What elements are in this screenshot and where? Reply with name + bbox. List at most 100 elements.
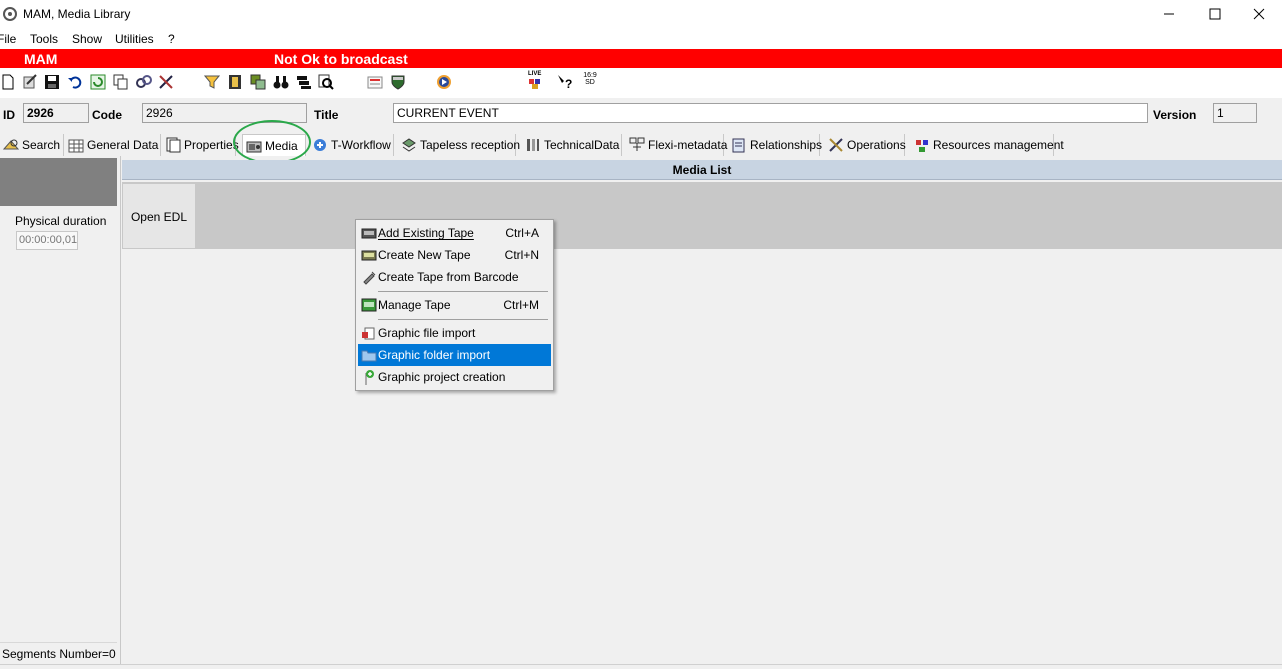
segments-count: Segments Number=0	[2, 647, 116, 661]
menu-tools[interactable]: Tools	[30, 32, 58, 46]
app-icon	[3, 7, 17, 21]
tab-operations[interactable]: Operations	[825, 134, 906, 156]
tab-label: Resources management	[933, 138, 1064, 152]
search-icon[interactable]	[318, 74, 334, 90]
media-tab-highlight-circle	[233, 120, 311, 164]
left-panel: Physical duration 00:00:00,01 Segments N…	[0, 156, 121, 664]
live-icon[interactable]: LIVE	[528, 71, 548, 90]
menu-shortcut: Ctrl+M	[503, 298, 539, 312]
status-bar	[0, 664, 1282, 669]
tab-label: Operations	[847, 138, 906, 152]
grid-icon	[68, 139, 84, 153]
help-icon[interactable]: ?	[557, 74, 573, 90]
physical-duration-label: Physical duration	[15, 214, 107, 228]
undo-icon[interactable]	[67, 74, 83, 90]
binoculars-icon[interactable]	[273, 74, 289, 90]
menu-shortcut: Ctrl+A	[505, 226, 539, 240]
abc-icon[interactable]	[367, 74, 383, 90]
copy-icon[interactable]	[113, 74, 129, 90]
menu-label: Graphic folder import	[378, 348, 491, 362]
broadcast-status-banner: MAM Not Ok to broadcast	[0, 49, 1282, 68]
tab-label: Search	[22, 138, 61, 152]
maximize-button[interactable]	[1192, 0, 1238, 28]
edit-icon[interactable]	[22, 74, 38, 90]
tools-icon[interactable]	[158, 74, 174, 90]
window-title: MAM, Media Library	[23, 7, 131, 21]
menu-shortcut: Ctrl+N	[504, 248, 539, 262]
tab-technical-data[interactable]: TechnicalData	[522, 134, 622, 156]
tab-t-workflow[interactable]: T-Workflow	[309, 134, 394, 156]
menu-help[interactable]: ?	[168, 32, 175, 46]
menu-graphic-file-import[interactable]: Graphic file import	[358, 322, 551, 344]
shield-icon[interactable]	[390, 74, 406, 90]
menu-label: Create New Tape	[378, 248, 471, 262]
menu-graphic-project-creation[interactable]: Graphic project creation	[358, 366, 551, 388]
toolbar: LIVE ? 16:9 SD	[0, 68, 1282, 98]
resources-icon	[916, 140, 928, 152]
menu-show[interactable]: Show	[72, 32, 102, 46]
link-icon[interactable]	[136, 74, 152, 90]
menu-bar: File Tools Show Utilities ?	[0, 28, 1282, 49]
menu-add-existing-tape[interactable]: Add Existing Tape Ctrl+A	[358, 222, 551, 244]
menu-separator	[378, 319, 548, 320]
menu-label: Create Tape from Barcode	[378, 270, 519, 284]
broadcast-status: Not Ok to broadcast	[274, 51, 408, 67]
title-label: Title	[314, 108, 339, 122]
title-field[interactable]: CURRENT EVENT	[393, 103, 1148, 123]
divider	[0, 642, 117, 643]
preview-area	[0, 158, 117, 206]
menu-utilities[interactable]: Utilities	[115, 32, 154, 46]
media-list-header: Media List	[122, 160, 1282, 180]
flexi-icon	[629, 137, 645, 151]
tab-relationships[interactable]: Relationships	[728, 134, 822, 156]
id-field[interactable]: 2926	[23, 103, 89, 123]
version-field[interactable]: 1	[1213, 103, 1257, 123]
workflow-icon	[314, 139, 326, 151]
minimize-button[interactable]	[1146, 0, 1192, 28]
file-import-icon	[362, 327, 375, 340]
menu-file[interactable]: File	[0, 32, 16, 46]
code-label: Code	[92, 108, 122, 122]
stack-icon[interactable]	[296, 74, 312, 90]
svg-text:?: ?	[565, 77, 572, 90]
tab-search[interactable]: Search	[0, 134, 64, 156]
search-icon	[3, 139, 19, 150]
tab-tapeless-reception[interactable]: Tapeless reception	[398, 134, 520, 156]
tab-flexi-metadata[interactable]: Flexi-metadata	[626, 134, 727, 156]
save-icon[interactable]	[44, 74, 60, 90]
filter-icon[interactable]	[204, 74, 220, 90]
new-tape-icon	[361, 250, 377, 261]
project-icon	[365, 370, 374, 385]
live-graphic-icon	[529, 79, 540, 89]
open-edl-button[interactable]: Open EDL	[122, 183, 196, 249]
layers-icon[interactable]	[250, 74, 266, 90]
menu-create-new-tape[interactable]: Create New Tape Ctrl+N	[358, 244, 551, 266]
close-icon	[1253, 8, 1265, 20]
refresh-icon[interactable]	[90, 74, 106, 90]
tab-properties[interactable]: Properties	[162, 134, 239, 156]
version-label: Version	[1153, 108, 1197, 122]
tab-general-data[interactable]: General Data	[65, 134, 161, 156]
technical-icon	[527, 139, 539, 151]
menu-label: Graphic file import	[378, 326, 476, 340]
live-label: LIVE	[528, 71, 542, 77]
tab-resources-management[interactable]: Resources management	[911, 134, 1064, 156]
new-icon[interactable]	[0, 74, 16, 90]
menu-graphic-folder-import[interactable]: Graphic folder import	[358, 344, 551, 366]
menu-create-tape-from-barcode[interactable]: Create Tape from Barcode	[358, 266, 551, 288]
menu-label: Add Existing Tape	[378, 226, 474, 240]
media-list-strip	[122, 182, 1282, 249]
operations-icon	[829, 138, 843, 152]
tab-label: T-Workflow	[331, 138, 391, 152]
aspect-169-icon[interactable]: 16:9 SD	[582, 72, 602, 90]
minimize-icon	[1164, 13, 1174, 15]
play-icon[interactable]	[436, 74, 452, 90]
barcode-icon	[363, 271, 376, 285]
doc-icon	[166, 137, 181, 153]
physical-duration-field: 00:00:00,01	[16, 231, 78, 250]
close-button[interactable]	[1236, 0, 1282, 28]
title-bar: MAM, Media Library	[0, 0, 1282, 28]
menu-manage-tape[interactable]: Manage Tape Ctrl+M	[358, 294, 551, 316]
film-icon[interactable]	[227, 74, 243, 90]
menu-label: Graphic project creation	[378, 370, 506, 384]
